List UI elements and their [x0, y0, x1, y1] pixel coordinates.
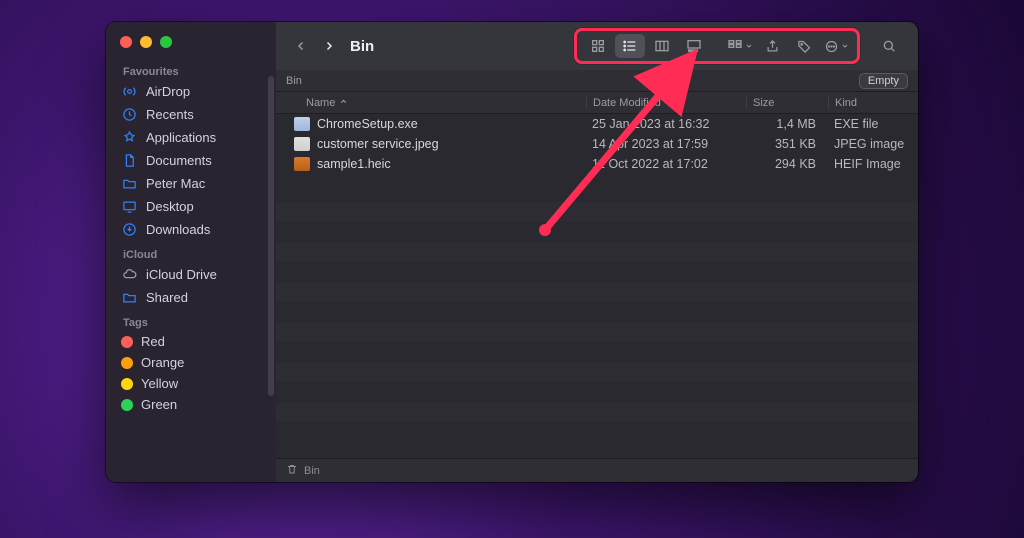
tag-dot-red: [121, 336, 133, 348]
empty-list-area: [276, 174, 918, 458]
file-list: ChromeSetup.exe 25 Jan 2023 at 16:32 1,4…: [276, 114, 918, 174]
download-icon: [121, 221, 138, 238]
sidebar-item-icloud-drive[interactable]: iCloud Drive: [106, 263, 276, 286]
cloud-icon: [121, 266, 138, 283]
sidebar-item-shared[interactable]: Shared: [106, 286, 276, 309]
sidebar-item-label: Shared: [146, 290, 188, 305]
empty-trash-button[interactable]: Empty: [859, 73, 908, 89]
column-header-size[interactable]: Size: [746, 97, 828, 109]
more-actions-button[interactable]: [821, 34, 851, 58]
sidebar-section-favourites: Favourites: [106, 58, 276, 80]
sidebar-item-label: Orange: [141, 355, 184, 370]
location-bar: Bin Empty: [276, 70, 918, 92]
sidebar-tag-yellow[interactable]: Yellow: [106, 373, 276, 394]
file-size: 294 KB: [746, 157, 828, 171]
path-label: Bin: [304, 465, 320, 477]
file-size: 351 KB: [746, 137, 828, 151]
file-date: 25 Jan 2023 at 16:32: [586, 117, 746, 131]
file-name: ChromeSetup.exe: [317, 117, 418, 131]
table-row[interactable]: customer service.jpeg 14 Apr 2023 at 17:…: [276, 134, 918, 154]
shared-icon: [121, 289, 138, 306]
table-row[interactable]: ChromeSetup.exe 25 Jan 2023 at 16:32 1,4…: [276, 114, 918, 134]
sidebar-scrollbar[interactable]: [268, 76, 274, 396]
view-list-button[interactable]: [615, 34, 645, 58]
file-icon: [294, 137, 310, 151]
sidebar-item-label: Desktop: [146, 199, 194, 214]
tag-dot-yellow: [121, 378, 133, 390]
view-gallery-button[interactable]: [679, 34, 709, 58]
path-bar: Bin: [276, 458, 918, 482]
sidebar-tag-red[interactable]: Red: [106, 331, 276, 352]
group-by-button[interactable]: [725, 34, 755, 58]
sidebar-item-downloads[interactable]: Downloads: [106, 218, 276, 241]
toolbar: Bin: [276, 22, 918, 70]
folder-icon: [121, 175, 138, 192]
file-kind: HEIF Image: [828, 157, 918, 171]
file-size: 1,4 MB: [746, 117, 828, 131]
location-label: Bin: [286, 75, 302, 87]
apps-icon: [121, 129, 138, 146]
sidebar-item-desktop[interactable]: Desktop: [106, 195, 276, 218]
trash-icon: [286, 463, 298, 478]
window-controls: [106, 32, 276, 58]
sidebar-item-airdrop[interactable]: AirDrop: [106, 80, 276, 103]
sidebar-tag-green[interactable]: Green: [106, 394, 276, 415]
zoom-window-button[interactable]: [160, 36, 172, 48]
file-icon: [294, 117, 310, 131]
sidebar-item-label: Documents: [146, 153, 212, 168]
column-header-kind[interactable]: Kind: [828, 97, 918, 109]
sidebar-item-label: Yellow: [141, 376, 178, 391]
sidebar-item-applications[interactable]: Applications: [106, 126, 276, 149]
file-kind: EXE file: [828, 117, 918, 131]
sidebar-item-documents[interactable]: Documents: [106, 149, 276, 172]
file-icon: [294, 157, 310, 171]
sidebar-item-peter-mac[interactable]: Peter Mac: [106, 172, 276, 195]
sidebar-item-label: iCloud Drive: [146, 267, 217, 282]
nav-forward-button[interactable]: [318, 35, 340, 57]
sort-ascending-icon: [339, 97, 348, 109]
view-icon-button[interactable]: [583, 34, 613, 58]
file-date: 11 Oct 2022 at 17:02: [586, 157, 746, 171]
tag-dot-green: [121, 399, 133, 411]
sidebar-item-label: AirDrop: [146, 84, 190, 99]
sidebar-item-label: Applications: [146, 130, 216, 145]
clock-icon: [121, 106, 138, 123]
window-title: Bin: [350, 38, 374, 55]
search-button[interactable]: [874, 34, 904, 58]
finder-window: Favourites AirDrop Recents Applications …: [106, 22, 918, 482]
sidebar-item-label: Green: [141, 397, 177, 412]
tag-dot-orange: [121, 357, 133, 369]
file-date: 14 Apr 2023 at 17:59: [586, 137, 746, 151]
minimize-window-button[interactable]: [140, 36, 152, 48]
file-name: customer service.jpeg: [317, 137, 439, 151]
main-pane: Bin: [276, 22, 918, 482]
sidebar-item-label: Downloads: [146, 222, 210, 237]
file-kind: JPEG image: [828, 137, 918, 151]
sidebar-tag-orange[interactable]: Orange: [106, 352, 276, 373]
view-column-button[interactable]: [647, 34, 677, 58]
sidebar-section-icloud: iCloud: [106, 241, 276, 263]
sidebar-section-tags: Tags: [106, 309, 276, 331]
column-header-name[interactable]: Name: [276, 97, 586, 109]
share-button[interactable]: [757, 34, 787, 58]
file-name: sample1.heic: [317, 157, 391, 171]
toolbar-highlight-box: [574, 28, 860, 64]
column-header-date[interactable]: Date Modified: [586, 97, 746, 109]
sidebar-item-label: Recents: [146, 107, 194, 122]
nav-back-button[interactable]: [290, 35, 312, 57]
column-headers: Name Date Modified Size Kind: [276, 92, 918, 114]
tags-button[interactable]: [789, 34, 819, 58]
sidebar-item-recents[interactable]: Recents: [106, 103, 276, 126]
desktop-icon: [121, 198, 138, 215]
table-row[interactable]: sample1.heic 11 Oct 2022 at 17:02 294 KB…: [276, 154, 918, 174]
airdrop-icon: [121, 83, 138, 100]
close-window-button[interactable]: [120, 36, 132, 48]
sidebar-item-label: Peter Mac: [146, 176, 205, 191]
doc-icon: [121, 152, 138, 169]
sidebar-item-label: Red: [141, 334, 165, 349]
sidebar: Favourites AirDrop Recents Applications …: [106, 22, 276, 482]
